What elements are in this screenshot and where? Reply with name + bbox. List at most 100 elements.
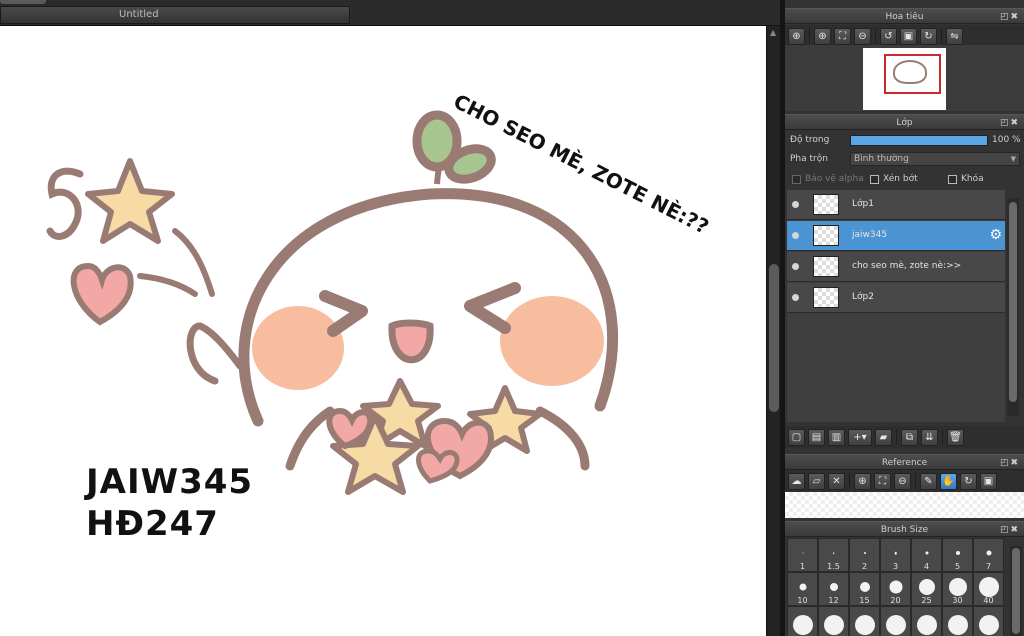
fit-screen-icon[interactable]: ▣ [900,27,917,45]
brush-size-option[interactable]: 25 [911,572,942,606]
navigator-thumbnail[interactable] [863,48,946,110]
brush-size-option[interactable] [849,606,880,636]
close-icon[interactable]: ✖ [1010,12,1020,22]
brush-size-label: 1.5 [827,562,840,571]
zoom-in-icon[interactable]: ⊕ [814,27,831,45]
layer-scroll-thumb[interactable] [1009,202,1017,402]
reference-image-area[interactable] [785,492,1024,518]
brush-size-label: 10 [797,596,808,605]
layer-thumbnail [813,225,839,246]
brush-scroll-thumb[interactable] [1012,548,1020,634]
menu-stub[interactable] [0,0,46,4]
rotate-icon[interactable]: ↻ [960,472,977,490]
undock-icon[interactable]: ◰ [1000,458,1011,468]
document-tab[interactable]: Untitled [0,6,350,24]
protect-alpha-label: Bảo vệ alpha [805,174,864,184]
flip-icon[interactable]: ⇋ [946,27,963,45]
new-layer-special-icon[interactable]: ▤ [808,428,825,446]
brush-size-option[interactable]: 40 [973,572,1004,606]
layer-name: Lớp1 [852,199,874,209]
cloud-icon[interactable]: ☁ [788,472,805,490]
layer-list: Lớp1 jaiw345 ⚙ cho seo mè, zote nè:>> Lớ… [787,190,1005,422]
open-folder-icon[interactable]: ▱ [808,472,825,490]
brush-size-option[interactable]: 5 [942,538,973,572]
zoom-out-icon[interactable]: ⊖ [894,472,911,490]
eyedropper-icon[interactable]: ✎ [920,472,937,490]
undock-icon[interactable]: ◰ [1000,12,1011,22]
visibility-icon[interactable] [792,201,799,208]
fit-screen-icon[interactable]: ▣ [980,472,997,490]
bouquet-heart-3 [416,448,460,484]
close-icon[interactable]: ✕ [828,472,845,490]
layer-row[interactable]: Lớp1 [787,190,1005,220]
visibility-icon[interactable] [792,232,799,239]
brush-size-option[interactable]: 1.5 [818,538,849,572]
scroll-up-icon[interactable]: ▲ [770,28,776,37]
layer-row[interactable]: cho seo mè, zote nè:>> [787,252,1005,282]
brush-size-option[interactable]: 2 [849,538,880,572]
close-icon[interactable]: ✖ [1010,525,1020,535]
zoom-in-icon[interactable]: ⊕ [854,472,871,490]
merge-layer-icon[interactable]: ⇊ [921,428,938,446]
add-layer-menu-icon[interactable]: +▾ [848,428,872,446]
protect-alpha-checkbox[interactable]: Bảo vệ alpha [792,174,864,184]
undock-icon[interactable]: ◰ [1000,525,1011,535]
opacity-row: Độ trong 100 % [785,131,1024,150]
brush-size-option[interactable] [818,606,849,636]
blend-mode-select[interactable]: Bình thường ▼ [850,152,1020,166]
brush-size-option[interactable]: 10 [787,572,818,606]
brush-size-scrollbar[interactable] [1010,546,1022,636]
brush-size-option[interactable]: 12 [818,572,849,606]
rotate-right-icon[interactable]: ↻ [920,27,937,45]
drawing-canvas[interactable]: CHO SEO MÈ, ZOTE NÈ:?? JAIW345 HĐ247 [0,26,766,636]
brush-size-option[interactable]: 15 [849,572,880,606]
reference-title: Reference [881,458,928,468]
visibility-icon[interactable] [792,263,799,270]
brush-size-option[interactable]: 3 [880,538,911,572]
brush-size-option[interactable] [942,606,973,636]
brush-size-option[interactable]: 20 [880,572,911,606]
opacity-slider[interactable] [850,135,988,146]
trash-icon[interactable]: 🗑 [947,428,964,446]
canvas-vertical-scrollbar[interactable]: ▲ [766,26,780,636]
layer-row[interactable]: Lớp2 [787,283,1005,313]
brush-size-option[interactable] [911,606,942,636]
layer-row-selected[interactable]: jaiw345 ⚙ [787,221,1005,251]
gear-icon[interactable]: ⚙ [989,227,1002,243]
brush-size-option[interactable]: 1 [787,538,818,572]
toolbar-separator [942,429,943,445]
doodle-stroke-2 [137,273,198,297]
hand-icon[interactable]: ✋ [940,472,957,490]
zoom-out-icon[interactable]: ⊖ [854,27,871,45]
undock-icon[interactable]: ◰ [1000,118,1011,128]
new-raster-layer-icon[interactable]: ▥ [828,428,845,446]
clipping-checkbox[interactable]: Xén bớt [870,174,918,184]
fit-icon[interactable]: ⛶ [874,472,891,490]
folder-icon[interactable]: ▰ [875,428,892,446]
canvas-scroll-thumb[interactable] [769,264,779,412]
brush-size-option[interactable]: 7 [973,538,1004,572]
new-layer-icon[interactable]: ▢ [788,428,805,446]
navigator-preview-area[interactable] [785,45,1024,111]
left-blush [252,306,344,390]
blend-row: Pha trộn Bình thường ▼ [785,150,1024,169]
rotate-left-icon[interactable]: ↺ [880,27,897,45]
viewport-frame[interactable] [884,54,941,94]
duplicate-layer-icon[interactable]: ⧉ [901,428,918,446]
zoom-in-icon[interactable]: ⊕ [788,27,805,45]
brush-size-option[interactable]: 4 [911,538,942,572]
brush-size-option[interactable] [973,606,1004,636]
close-icon[interactable]: ✖ [1010,458,1020,468]
layer-options-row: Bảo vệ alpha Xén bớt Khóa [785,170,1024,189]
brush-size-option[interactable] [880,606,911,636]
body-right [535,406,590,471]
layer-list-scrollbar[interactable] [1007,198,1019,416]
close-icon[interactable]: ✖ [1010,118,1020,128]
visibility-icon[interactable] [792,294,799,301]
brush-size-option[interactable]: 30 [942,572,973,606]
brush-size-option[interactable] [787,606,818,636]
brush-size-label: 12 [828,596,839,605]
fit-icon[interactable]: ⛶ [834,27,851,45]
lock-checkbox[interactable]: Khóa [948,174,984,184]
brush-size-label: 15 [859,596,870,605]
